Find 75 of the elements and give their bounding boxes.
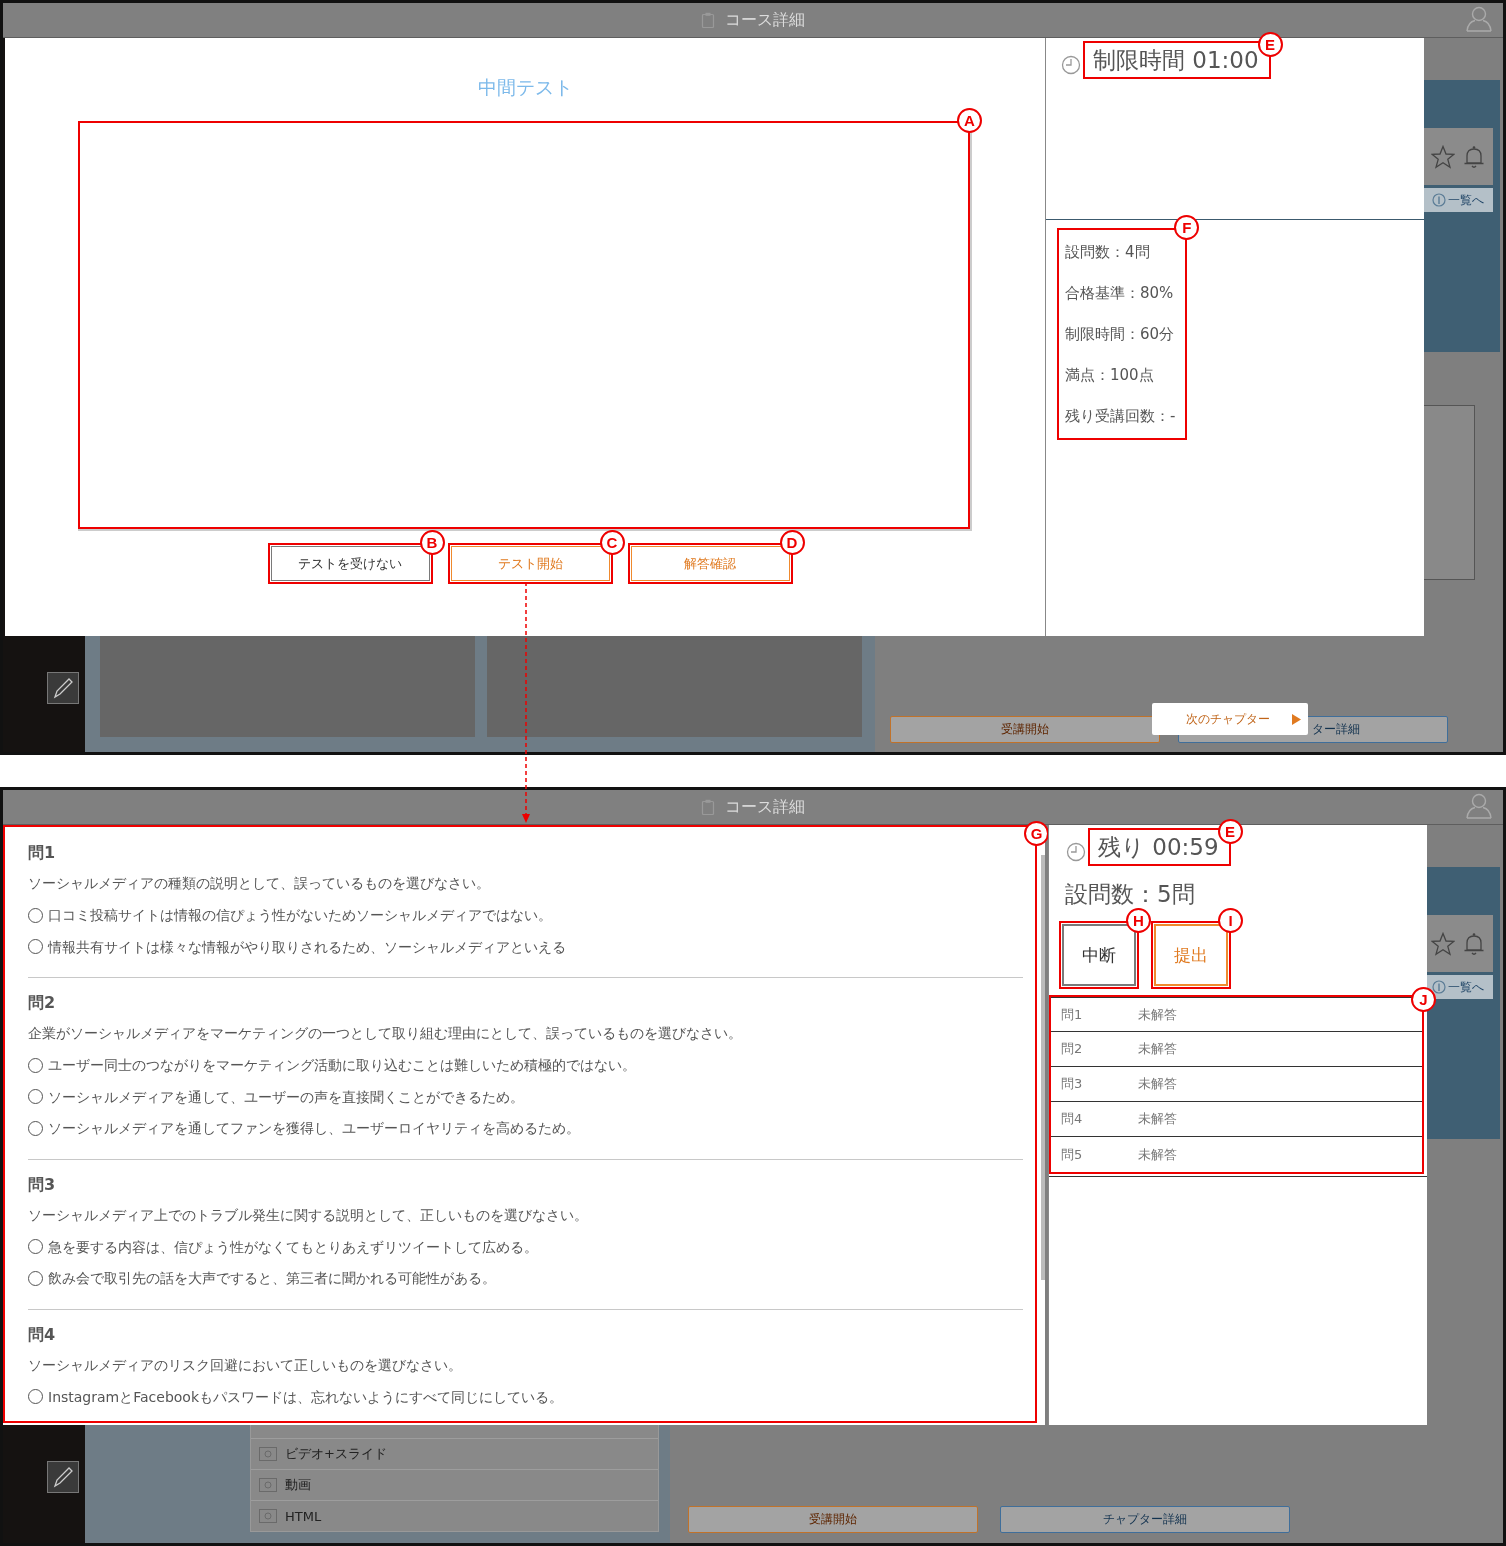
star-icon[interactable]: [1431, 144, 1455, 169]
pencil-icon[interactable]: [47, 672, 79, 704]
table-cell: 未解答: [1138, 1040, 1177, 1058]
option-text: 情報共有サイトは様々な情報がやり取りされるため、ソーシャルメディアといえる: [48, 937, 566, 957]
start-button[interactable]: 受講開始: [890, 716, 1160, 743]
table-cell: 未解答: [1138, 1110, 1177, 1128]
info-text: 残り受講回数：-: [1065, 406, 1176, 426]
callout-label: I: [1218, 908, 1243, 933]
callout-label: H: [1126, 908, 1151, 933]
question-text: ソーシャルメディアのリスク回避において正しいものを選びなさい。: [28, 1355, 463, 1375]
radio-button[interactable]: [28, 1239, 43, 1254]
play-icon: [1292, 713, 1301, 725]
start-button[interactable]: 受講開始: [688, 1506, 978, 1533]
info-text: 合格基準：80%: [1065, 283, 1175, 303]
radio-button[interactable]: [28, 1389, 43, 1404]
option-text: ユーザー同士のつながりをマーケティング活動に取り込むことは難しいため積極的ではない。: [48, 1056, 636, 1075]
bell-icon[interactable]: [1463, 144, 1485, 169]
next-chapter-popup[interactable]: 次のチャプター: [1152, 703, 1308, 735]
table-cell-text: 問3: [1060, 1075, 1084, 1093]
radio-button[interactable]: [28, 1089, 43, 1104]
callout-label: E: [1257, 32, 1283, 57]
question-text: ソーシャルメディア上でのトラブル発生に関する説明として、正しいものを選びなさい。: [28, 1205, 589, 1225]
info-text: 設問数：4問: [1065, 242, 1151, 262]
table-cell: 未解答: [1138, 1075, 1177, 1093]
media-icon: [259, 1447, 277, 1461]
question-title: 問1: [28, 842, 57, 864]
option-text: ソーシャルメディアを通して、ユーザーの声を直接聞くことができるため。: [48, 1087, 524, 1107]
test-title: 中間テスト: [476, 75, 574, 100]
table-cell-text: 問1: [1060, 1005, 1084, 1024]
table-cell: 未解答: [1138, 1005, 1177, 1024]
option-text: ソーシャルメディアを通してファンを獲得し、ユーザーロイヤリティを高めるため。: [48, 1119, 580, 1138]
callout-label: E: [1217, 819, 1243, 844]
lesson-item[interactable]: 動画: [251, 1469, 658, 1500]
option-text: 急を要する内容は、信ぴょう性がなくてもとりあえずリツイートして広める。: [48, 1237, 538, 1257]
option-text: 飲み会で取引先の話を大声ですると、第三者に聞かれる可能性がある。: [48, 1269, 496, 1288]
pencil-icon[interactable]: [47, 1461, 79, 1493]
table-cell-text: 問4: [1060, 1110, 1084, 1128]
detail-button[interactable]: チャプター詳細: [1000, 1506, 1290, 1533]
bell-icon[interactable]: [1463, 931, 1485, 956]
table-cell-text: 問2: [1060, 1040, 1084, 1058]
question-title: 問3: [28, 1173, 57, 1196]
info-icon: [1432, 193, 1446, 207]
table-cell: 未解答: [1138, 1145, 1177, 1164]
radio-button[interactable]: [28, 907, 43, 923]
clock-icon: [1066, 841, 1086, 862]
callout-label: F: [1174, 215, 1200, 240]
radio-button[interactable]: [28, 1270, 43, 1286]
question-title: 問4: [28, 1323, 57, 1346]
table-cell-text: 問5: [1060, 1145, 1084, 1164]
callout-label: J: [1411, 987, 1436, 1012]
window-title: コース詳細: [725, 9, 805, 31]
list-link[interactable]: 一覧へ: [1423, 188, 1493, 212]
window-title: コース詳細: [725, 796, 805, 818]
scrollbar[interactable]: [1041, 855, 1045, 1280]
clipboard-icon: [701, 12, 715, 28]
info-text: 制限時間：60分: [1065, 324, 1176, 344]
radio-button[interactable]: [28, 939, 43, 954]
radio-button[interactable]: [28, 1057, 43, 1073]
question-text: 企業がソーシャルメディアをマーケティングの一つとして取り組む理由にとして、誤っているものを選びなさい。: [28, 1024, 743, 1043]
star-icon[interactable]: [1431, 931, 1455, 956]
media-icon: [259, 1478, 277, 1492]
option-text: InstagramとFacebookもパスワードは、忘れないようにすべて同じにしている。: [48, 1387, 563, 1407]
question-text: ソーシャルメディアの種類の説明として、誤っているものを選びなさい。: [28, 874, 491, 893]
lesson-item[interactable]: ビデオ+スライド: [251, 1438, 658, 1469]
clock-icon: [1061, 54, 1081, 75]
lesson-item[interactable]: HTML: [251, 1500, 658, 1531]
radio-button[interactable]: [28, 1120, 43, 1136]
info-text: 満点：100点: [1065, 365, 1155, 385]
option-text: 口コミ投稿サイトは情報の信ぴょう性がないためソーシャルメディアではない。: [48, 906, 552, 925]
question-count: 設問数：5問: [1065, 880, 1196, 909]
info-icon: [1432, 980, 1446, 994]
callout-label: A: [957, 108, 982, 133]
media-icon: [259, 1509, 277, 1523]
clipboard-icon: [701, 799, 715, 815]
question-title: 問2: [28, 992, 57, 1014]
